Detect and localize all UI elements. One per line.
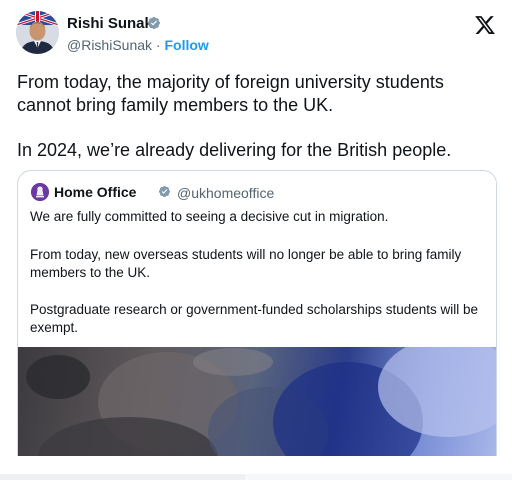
quoted-author-handle: @ukhomeoffice <box>177 185 275 201</box>
quoted-paragraph-1: We are fully committed to seeing a decis… <box>30 209 389 224</box>
crest-icon <box>31 183 49 201</box>
quoted-paragraph-2: From today, new overseas students will n… <box>30 247 462 280</box>
avatar-photo <box>16 11 59 54</box>
tweet-paragraph-2: In 2024, we’re already delivering for th… <box>17 140 452 160</box>
media-photo <box>26 347 496 471</box>
author-handle[interactable]: @RishiSunak <box>67 37 152 53</box>
author-name[interactable]: Rishi Sunak <box>67 15 153 32</box>
quoted-verified-badge-icon <box>158 185 171 198</box>
handle-row: @RishiSunak · Follow <box>67 37 209 53</box>
page-bottom-blur-left <box>0 474 245 480</box>
quoted-media-image[interactable] <box>18 347 496 471</box>
quoted-author-name: Home Office <box>54 184 137 200</box>
page-bottom-blur-right <box>245 474 512 480</box>
verified-badge-icon <box>148 17 160 29</box>
quoted-avatar <box>31 183 49 201</box>
quoted-tweet[interactable]: Home Office @ukhomeoffice We are fully c… <box>17 170 497 472</box>
quoted-paragraph-3: Postgraduate research or government-fund… <box>30 302 478 335</box>
handle-separator: · <box>155 37 161 53</box>
tweet-card: Rishi Sunak @RishiSunak · Follow From to… <box>0 0 512 472</box>
x-logo-icon[interactable] <box>474 14 496 36</box>
follow-button[interactable]: Follow <box>164 37 208 53</box>
tweet-paragraph-1: From today, the majority of foreign univ… <box>17 72 444 115</box>
author-avatar[interactable] <box>16 11 59 54</box>
